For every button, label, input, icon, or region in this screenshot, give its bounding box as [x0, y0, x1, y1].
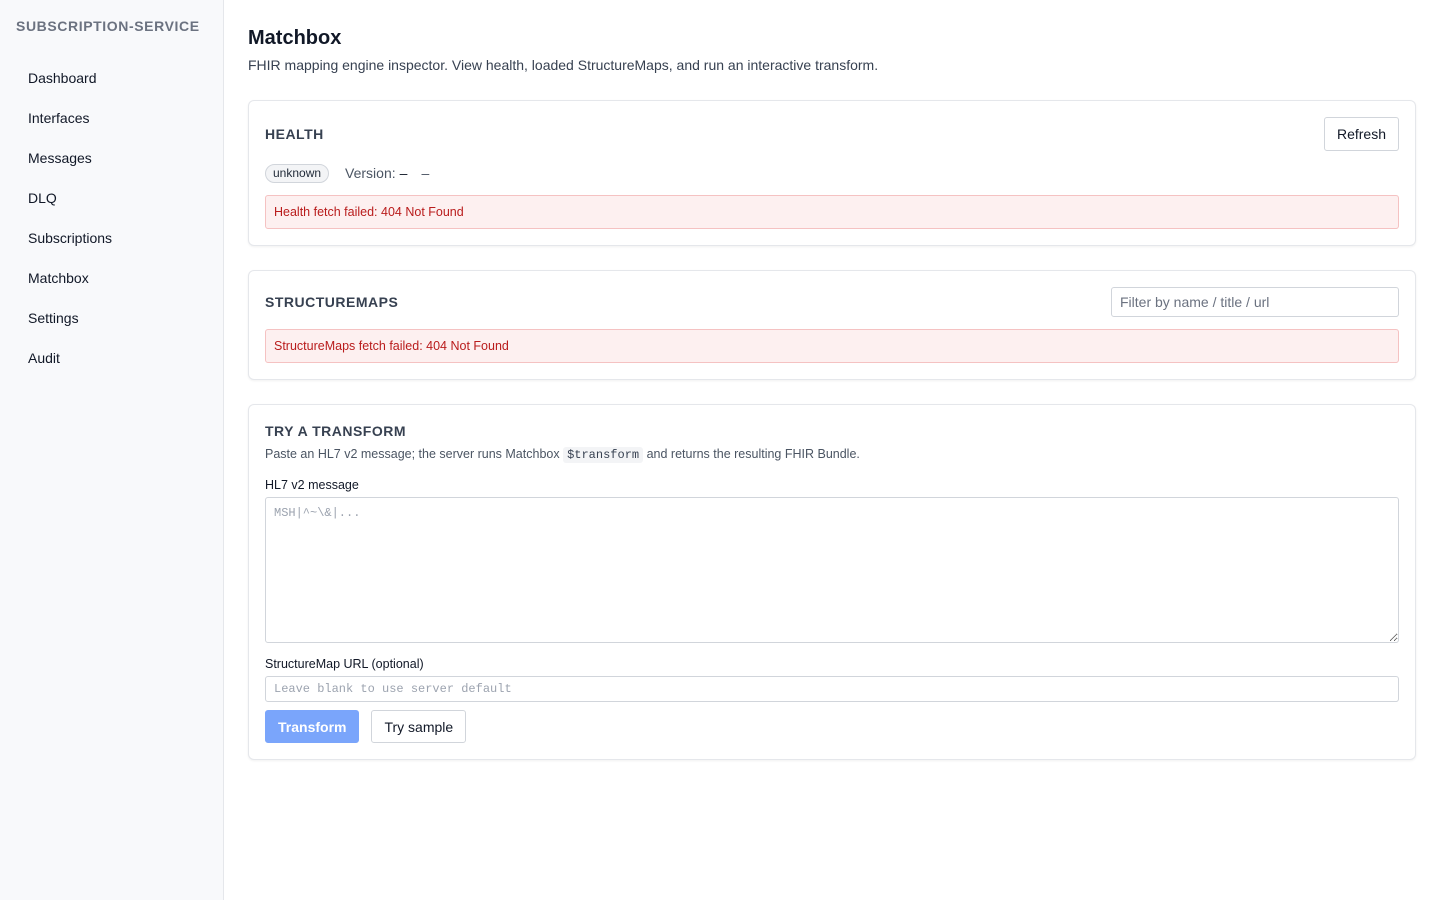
hl7-message-textarea[interactable]	[265, 497, 1399, 643]
app-root: SUBSCRIPTION-SERVICE Dashboard Interface…	[0, 0, 1440, 900]
version-value: –	[399, 165, 408, 181]
transform-help-text: Paste an HL7 v2 message; the server runs…	[265, 445, 1399, 464]
page-title: Matchbox	[248, 27, 342, 49]
structuremaps-header: STRUCTUREMAPS	[265, 287, 1399, 317]
health-header: HEALTH Refresh	[265, 117, 1399, 151]
page-subtitle: FHIR mapping engine inspector. View heal…	[248, 57, 879, 73]
sidebar-item-dlq[interactable]: DLQ	[0, 178, 223, 218]
sidebar-nav: Dashboard Interfaces Messages DLQ Subscr…	[0, 52, 223, 378]
refresh-button[interactable]: Refresh	[1323, 117, 1399, 151]
hl7-message-label: HL7 v2 message	[265, 478, 359, 492]
version-label: Version:	[345, 165, 396, 181]
health-card: HEALTH Refresh unknown Version: – – Heal…	[248, 100, 1416, 246]
transform-title: TRY A TRANSFORM	[265, 423, 407, 439]
sidebar-item-interfaces[interactable]: Interfaces	[0, 98, 223, 138]
sidebar-item-subscriptions[interactable]: Subscriptions	[0, 218, 223, 258]
help-text-suffix: and returns the resulting FHIR Bundle.	[646, 447, 860, 461]
transform-button[interactable]: Transform	[265, 710, 360, 743]
sidebar-item-settings[interactable]: Settings	[0, 298, 223, 338]
status-badge: unknown	[265, 163, 330, 183]
structuremaps-filter-input[interactable]	[1111, 287, 1399, 317]
sidebar-item-messages[interactable]: Messages	[0, 138, 223, 178]
try-sample-button[interactable]: Try sample	[371, 710, 467, 743]
transform-actions: Transform Try sample	[265, 710, 1399, 743]
structuremaps-card: STRUCTUREMAPS StructureMaps fetch failed…	[248, 270, 1416, 380]
transform-code-chip: $transform	[563, 447, 644, 463]
health-title: HEALTH	[265, 126, 324, 142]
transform-card: TRY A TRANSFORM Paste an HL7 v2 message;…	[248, 404, 1416, 760]
sidebar-item-dashboard[interactable]: Dashboard	[0, 58, 223, 98]
structuremaps-title: STRUCTUREMAPS	[265, 294, 399, 310]
sidebar-item-matchbox[interactable]: Matchbox	[0, 258, 223, 298]
sidebar-item-audit[interactable]: Audit	[0, 338, 223, 378]
structuremap-url-label: StructureMap URL (optional)	[265, 657, 424, 671]
health-error-alert: Health fetch failed: 404 Not Found	[265, 195, 1399, 229]
sidebar: SUBSCRIPTION-SERVICE Dashboard Interface…	[0, 0, 224, 900]
main-content: Matchbox FHIR mapping engine inspector. …	[224, 0, 1440, 900]
structuremap-url-input[interactable]	[265, 676, 1399, 702]
help-text-prefix: Paste an HL7 v2 message; the server runs…	[265, 447, 560, 461]
uptime-value: –	[421, 165, 430, 181]
health-status-row: unknown Version: – –	[265, 163, 1399, 183]
structuremaps-error-alert: StructureMaps fetch failed: 404 Not Foun…	[265, 329, 1399, 363]
brand-title: SUBSCRIPTION-SERVICE	[16, 18, 200, 34]
